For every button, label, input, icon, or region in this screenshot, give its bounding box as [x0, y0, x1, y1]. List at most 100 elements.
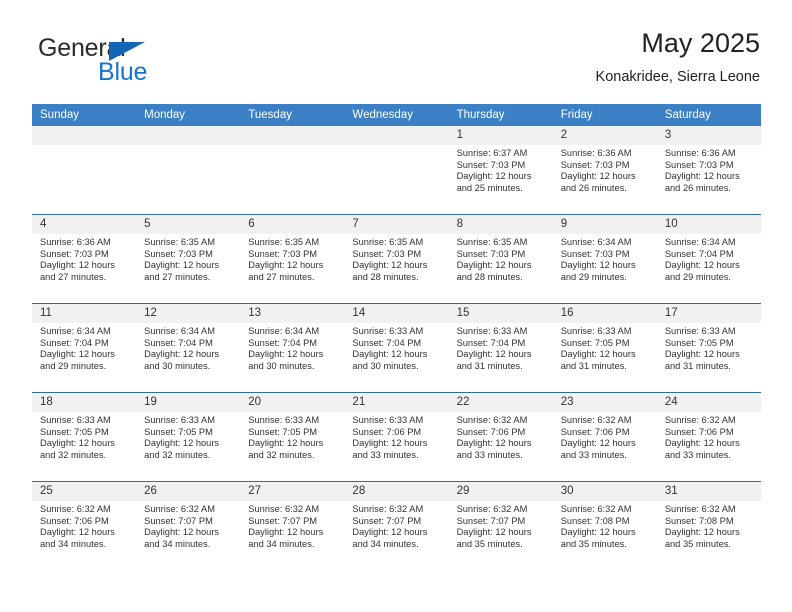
calendar-day-cell[interactable]: 4 Sunrise: 6:36 AM Sunset: 7:03 PM Daylight…	[32, 215, 137, 303]
day-number-band	[32, 126, 137, 145]
sunrise-line: Sunrise: 6:34 AM	[40, 326, 111, 336]
day-number-band: 12	[136, 304, 241, 323]
calendar-day-cell[interactable]: 21 Sunrise: 6:33 AM Sunset: 7:06 PM Dayligh…	[344, 393, 449, 481]
daylight-line: Daylight: 12 hours	[560, 260, 636, 271]
day-number-band	[344, 126, 449, 145]
daylight-line-cont: and 28 minutes.	[352, 271, 419, 282]
day-number: 15	[456, 307, 470, 319]
day-number: 20	[248, 396, 262, 408]
day-number: 6	[248, 218, 255, 230]
calendar-day-cell[interactable]: 14 Sunrise: 6:33 AM Sunset: 7:04 PM Dayligh…	[344, 304, 449, 392]
sunrise-line: Sunrise: 6:36 AM	[40, 237, 111, 247]
daylight-line: Daylight: 12 hours	[456, 438, 532, 449]
daylight-line-cont: and 31 minutes.	[456, 360, 523, 371]
day-number-band: 3	[656, 126, 761, 145]
day-detail-body: Sunrise: 6:36 AM Sunset: 7:03 PM Daylight:…	[553, 145, 657, 194]
day-detail-body: Sunrise: 6:32 AM Sunset: 7:07 PM Daylight:…	[240, 501, 344, 550]
sunrise-line: Sunrise: 6:34 AM	[144, 326, 215, 336]
calendar-day-cell[interactable]: 1 Sunrise: 6:37 AM Sunset: 7:03 PM Daylight…	[448, 126, 553, 214]
sunrise-line: Sunrise: 6:37 AM	[456, 148, 528, 158]
sunset-line: Sunset: 7:06 PM	[40, 515, 109, 526]
day-detail-body: Sunrise: 6:32 AM Sunset: 7:08 PM Daylight:…	[553, 501, 657, 550]
daylight-line-cont: and 32 minutes.	[144, 449, 211, 460]
daylight-line-cont: and 34 minutes.	[248, 538, 315, 549]
calendar-day-cell-empty	[344, 126, 449, 214]
sunrise-line: Sunrise: 6:32 AM	[456, 504, 528, 514]
day-number-band: 19	[136, 393, 241, 412]
day-detail-body: Sunrise: 6:34 AM Sunset: 7:04 PM Daylight:…	[136, 323, 240, 372]
day-number-band	[136, 126, 241, 145]
calendar-day-cell[interactable]: 12 Sunrise: 6:34 AM Sunset: 7:04 PM Dayligh…	[136, 304, 241, 392]
calendar-day-cell[interactable]: 15 Sunrise: 6:33 AM Sunset: 7:04 PM Dayligh…	[448, 304, 553, 392]
day-number: 27	[248, 485, 262, 497]
day-number: 22	[456, 396, 470, 408]
calendar-day-cell[interactable]: 19 Sunrise: 6:33 AM Sunset: 7:05 PM Dayligh…	[136, 393, 241, 481]
calendar-grid: Sunday Monday Tuesday Wednesday Thursday Frid…	[32, 104, 761, 570]
day-number-band: 13	[240, 304, 345, 323]
calendar-day-cell[interactable]: 5 Sunrise: 6:35 AM Sunset: 7:03 PM Daylight…	[136, 215, 241, 303]
calendar-day-cell[interactable]: 18 Sunrise: 6:33 AM Sunset: 7:05 PM Dayligh…	[32, 393, 137, 481]
day-number: 24	[664, 396, 678, 408]
day-detail-body: Sunrise: 6:35 AM Sunset: 7:03 PM Daylight:…	[240, 234, 344, 283]
calendar-day-cell[interactable]: 17 Sunrise: 6:33 AM Sunset: 7:05 PM Dayligh…	[656, 304, 761, 392]
calendar-day-cell[interactable]: 16 Sunrise: 6:33 AM Sunset: 7:05 PM Dayligh…	[552, 304, 657, 392]
calendar-day-cell[interactable]: 20 Sunrise: 6:33 AM Sunset: 7:05 PM Dayligh…	[240, 393, 345, 481]
calendar-page: General Blue May 2025 Konakridee, Sierra…	[0, 0, 792, 612]
day-detail-body: Sunrise: 6:33 AM Sunset: 7:05 PM Daylight:…	[657, 323, 761, 372]
calendar-day-cell[interactable]: 7 Sunrise: 6:35 AM Sunset: 7:03 PM Daylight…	[344, 215, 449, 303]
calendar-day-cell[interactable]: 8 Sunrise: 6:35 AM Sunset: 7:03 PM Daylight…	[448, 215, 553, 303]
day-number-band: 17	[656, 304, 761, 323]
daylight-line: Daylight: 12 hours	[456, 171, 532, 182]
sunset-line: Sunset: 7:04 PM	[664, 248, 734, 259]
day-number-band: 8	[448, 215, 553, 234]
daylight-line-cont: and 29 minutes.	[560, 271, 627, 282]
daylight-line: Daylight: 12 hours	[248, 438, 324, 449]
day-number-band: 7	[344, 215, 449, 234]
calendar-day-cell[interactable]: 26 Sunrise: 6:32 AM Sunset: 7:07 PM Dayligh…	[136, 482, 241, 570]
day-detail-body: Sunrise: 6:37 AM Sunset: 7:03 PM Daylight:…	[449, 145, 553, 194]
day-detail-body: Sunrise: 6:34 AM Sunset: 7:04 PM Daylight:…	[32, 323, 136, 372]
calendar-day-cell[interactable]: 30 Sunrise: 6:32 AM Sunset: 7:08 PM Dayligh…	[552, 482, 657, 570]
daylight-line-cont: and 34 minutes.	[144, 538, 211, 549]
calendar-day-cell[interactable]: 9 Sunrise: 6:34 AM Sunset: 7:03 PM Daylight…	[552, 215, 657, 303]
calendar-day-cell[interactable]: 3 Sunrise: 6:36 AM Sunset: 7:03 PM Daylight…	[656, 126, 761, 214]
calendar-day-cell[interactable]: 24 Sunrise: 6:32 AM Sunset: 7:06 PM Dayligh…	[656, 393, 761, 481]
calendar-day-cell-empty	[32, 126, 137, 214]
calendar-day-cell[interactable]: 10 Sunrise: 6:34 AM Sunset: 7:04 PM Dayligh…	[656, 215, 761, 303]
day-number: 4	[40, 218, 47, 230]
sunrise-line: Sunrise: 6:33 AM	[248, 415, 320, 425]
calendar-day-cell[interactable]: 2 Sunrise: 6:36 AM Sunset: 7:03 PM Daylight…	[552, 126, 657, 214]
calendar-day-cell[interactable]: 29 Sunrise: 6:32 AM Sunset: 7:07 PM Dayligh…	[448, 482, 553, 570]
calendar-day-cell[interactable]: 31 Sunrise: 6:32 AM Sunset: 7:08 PM Dayligh…	[656, 482, 761, 570]
calendar-day-cell[interactable]: 6 Sunrise: 6:35 AM Sunset: 7:03 PM Daylight…	[240, 215, 345, 303]
sunset-line: Sunset: 7:03 PM	[560, 248, 630, 259]
calendar-day-cell[interactable]: 28 Sunrise: 6:32 AM Sunset: 7:07 PM Dayligh…	[344, 482, 449, 570]
day-detail-body: Sunrise: 6:34 AM Sunset: 7:03 PM Daylight:…	[553, 234, 657, 283]
day-detail-body: Sunrise: 6:36 AM Sunset: 7:03 PM Daylight:…	[32, 234, 136, 283]
sunset-line: Sunset: 7:04 PM	[456, 337, 526, 348]
daylight-line-cont: and 33 minutes.	[456, 449, 523, 460]
calendar-day-cell[interactable]: 13 Sunrise: 6:34 AM Sunset: 7:04 PM Dayligh…	[240, 304, 345, 392]
daylight-line-cont: and 33 minutes.	[560, 449, 627, 460]
calendar-day-cell[interactable]: 25 Sunrise: 6:32 AM Sunset: 7:06 PM Dayligh…	[32, 482, 137, 570]
daylight-line: Daylight: 12 hours	[144, 527, 220, 538]
sunrise-line: Sunrise: 6:33 AM	[144, 415, 215, 425]
brand-logo[interactable]: General Blue	[38, 34, 268, 90]
calendar-day-cell[interactable]: 11 Sunrise: 6:34 AM Sunset: 7:04 PM Dayligh…	[32, 304, 137, 392]
day-detail-body	[344, 145, 448, 148]
day-detail-body: Sunrise: 6:33 AM Sunset: 7:04 PM Daylight:…	[449, 323, 553, 372]
day-number-band: 31	[656, 482, 761, 501]
calendar-day-cell[interactable]: 22 Sunrise: 6:32 AM Sunset: 7:06 PM Dayligh…	[448, 393, 553, 481]
sunset-line: Sunset: 7:07 PM	[144, 515, 213, 526]
daylight-line-cont: and 28 minutes.	[456, 271, 523, 282]
sunrise-line: Sunrise: 6:32 AM	[40, 504, 111, 514]
daylight-line-cont: and 32 minutes.	[40, 449, 107, 460]
daylight-line: Daylight: 12 hours	[352, 260, 428, 271]
page-header: General Blue May 2025 Konakridee, Sierra…	[32, 26, 760, 98]
daylight-line: Daylight: 12 hours	[560, 349, 636, 360]
calendar-day-cell[interactable]: 23 Sunrise: 6:32 AM Sunset: 7:06 PM Dayligh…	[552, 393, 657, 481]
calendar-day-cell[interactable]: 27 Sunrise: 6:32 AM Sunset: 7:07 PM Dayligh…	[240, 482, 345, 570]
day-detail-body: Sunrise: 6:36 AM Sunset: 7:03 PM Daylight:…	[657, 145, 761, 194]
day-number-band: 14	[344, 304, 449, 323]
day-number: 21	[352, 396, 366, 408]
